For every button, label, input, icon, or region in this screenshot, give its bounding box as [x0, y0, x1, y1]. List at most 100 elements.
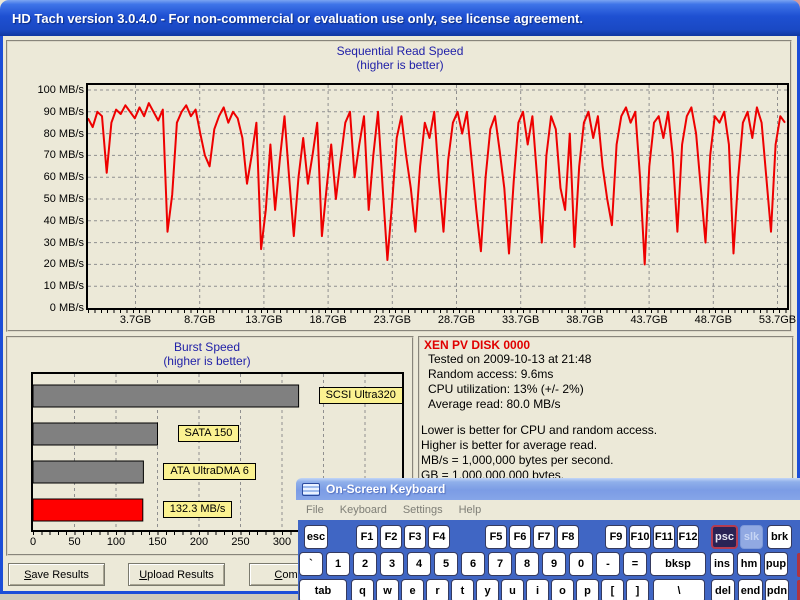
osk-key-row-2: `1234567890-=bkspinshmpup: [299, 552, 788, 576]
key-pdn[interactable]: pdn: [765, 579, 789, 600]
key-F11[interactable]: F11: [653, 525, 675, 549]
hdtach-window-title: HD Tach version 3.0.4.0 - For non-commer…: [12, 11, 583, 26]
key-=[interactable]: =: [623, 552, 647, 576]
seq-x-tick-label: 38.7GB: [555, 314, 615, 326]
menu-settings[interactable]: Settings: [395, 504, 451, 516]
key-`[interactable]: `: [299, 552, 323, 576]
random-access-line: Random access: 9.6ms: [428, 367, 553, 381]
seq-x-tick-label: 13.7GB: [234, 314, 294, 326]
key-pup[interactable]: pup: [764, 552, 788, 576]
key-F6[interactable]: F6: [509, 525, 531, 549]
key-y[interactable]: y: [476, 579, 499, 600]
key-F10[interactable]: F10: [629, 525, 651, 549]
seq-y-tick-label: 60 MB/s: [8, 171, 84, 183]
key--[interactable]: -: [596, 552, 620, 576]
key-F9[interactable]: F9: [605, 525, 627, 549]
burst-bar-label: ATA UltraDMA 6: [163, 463, 255, 480]
key-F4[interactable]: F4: [428, 525, 450, 549]
key-F7[interactable]: F7: [533, 525, 555, 549]
osk-titlebar[interactable]: On-Screen Keyboard: [296, 478, 800, 500]
key-4[interactable]: 4: [407, 552, 431, 576]
upload-results-button[interactable]: Upload Results: [128, 563, 225, 586]
seq-y-tick-label: 20 MB/s: [8, 258, 84, 270]
burst-bar-2: [33, 423, 158, 445]
osk-key-row-1: esc F1F2F3F4 F5F6F7F8 F9F10F11F12 pscslkbrk: [304, 525, 792, 549]
key-6[interactable]: 6: [461, 552, 485, 576]
key-tab[interactable]: tab: [299, 579, 347, 600]
seq-y-tick-label: 90 MB/s: [8, 106, 84, 118]
sequential-axis-ticks: [88, 309, 787, 313]
seq-y-tick-label: 80 MB/s: [8, 128, 84, 140]
key-8[interactable]: 8: [515, 552, 539, 576]
burst-bar-3: [33, 461, 143, 483]
sequential-chart-subtitle: (higher is better): [0, 58, 800, 72]
key-\[interactable]: \: [653, 579, 705, 600]
key-slk[interactable]: slk: [740, 525, 763, 549]
key-1[interactable]: 1: [326, 552, 350, 576]
key-bksp[interactable]: bksp: [650, 552, 706, 576]
key-w[interactable]: w: [376, 579, 399, 600]
key-][interactable]: ]: [626, 579, 649, 600]
key-psc[interactable]: psc: [711, 525, 738, 549]
key-ins[interactable]: ins: [710, 552, 734, 576]
key-0[interactable]: 0: [569, 552, 593, 576]
burst-chart-subtitle: (higher is better): [0, 354, 414, 368]
key-F5[interactable]: F5: [485, 525, 507, 549]
key-u[interactable]: u: [501, 579, 524, 600]
osk-window-title: On-Screen Keyboard: [326, 482, 445, 496]
key-del[interactable]: del: [711, 579, 735, 600]
key-F1[interactable]: F1: [356, 525, 378, 549]
key-F3[interactable]: F3: [404, 525, 426, 549]
cpu-utilization-line: CPU utilization: 13% (+/- 2%): [428, 382, 584, 396]
note-higher-better: Higher is better for average read.: [421, 438, 597, 452]
hdtach-titlebar[interactable]: HD Tach version 3.0.4.0 - For non-commer…: [0, 0, 800, 36]
key-r[interactable]: r: [426, 579, 449, 600]
menu-help[interactable]: Help: [451, 504, 490, 516]
key-F12[interactable]: F12: [677, 525, 699, 549]
seq-y-tick-label: 10 MB/s: [8, 280, 84, 292]
key-t[interactable]: t: [451, 579, 474, 600]
key-hm[interactable]: hm: [737, 552, 761, 576]
key-9[interactable]: 9: [542, 552, 566, 576]
key-q[interactable]: q: [351, 579, 374, 600]
tested-on-line: Tested on 2009-10-13 at 21:48: [428, 352, 591, 366]
menu-file[interactable]: File: [298, 504, 332, 516]
key-i[interactable]: i: [526, 579, 549, 600]
note-mbs-definition: MB/s = 1,000,000 bytes per second.: [421, 453, 613, 467]
desktop: HD Tach version 3.0.4.0 - For non-commer…: [0, 0, 800, 600]
seq-x-tick-label: 23.7GB: [362, 314, 422, 326]
key-7[interactable]: 7: [488, 552, 512, 576]
key-F2[interactable]: F2: [380, 525, 402, 549]
burst-chart-title: Burst Speed: [0, 340, 414, 354]
key-o[interactable]: o: [551, 579, 574, 600]
burst-bar-1: [33, 385, 299, 407]
key-e[interactable]: e: [401, 579, 424, 600]
read-speed-line: [88, 103, 785, 264]
key-F8[interactable]: F8: [557, 525, 579, 549]
save-results-button[interactable]: Save Results: [8, 563, 105, 586]
keyboard-icon: [302, 483, 320, 496]
seq-y-tick-label: 100 MB/s: [8, 84, 84, 96]
note-lower-better: Lower is better for CPU and random acces…: [421, 423, 657, 437]
key-5[interactable]: 5: [434, 552, 458, 576]
key-2[interactable]: 2: [353, 552, 377, 576]
key-p[interactable]: p: [576, 579, 599, 600]
sequential-plot-area: [86, 83, 789, 310]
menu-keyboard[interactable]: Keyboard: [332, 504, 395, 516]
seq-x-tick-label: 3.7GB: [106, 314, 166, 326]
key-3[interactable]: 3: [380, 552, 404, 576]
key-esc[interactable]: esc: [304, 525, 328, 549]
key-end[interactable]: end: [738, 579, 763, 600]
seq-y-tick-label: 0 MB/s: [8, 302, 84, 314]
key-brk[interactable]: brk: [767, 525, 792, 549]
seq-x-tick-label: 43.7GB: [619, 314, 679, 326]
seq-x-tick-label: 18.7GB: [298, 314, 358, 326]
seq-y-tick-label: 70 MB/s: [8, 149, 84, 161]
sequential-chart-svg: [88, 85, 787, 308]
drive-name: XEN PV DISK 0000: [424, 338, 530, 352]
seq-x-tick-label: 53.7GB: [748, 314, 800, 326]
seq-y-tick-label: 30 MB/s: [8, 237, 84, 249]
seq-y-tick-label: 50 MB/s: [8, 193, 84, 205]
seq-x-tick-label: 8.7GB: [170, 314, 230, 326]
key-[[interactable]: [: [601, 579, 624, 600]
